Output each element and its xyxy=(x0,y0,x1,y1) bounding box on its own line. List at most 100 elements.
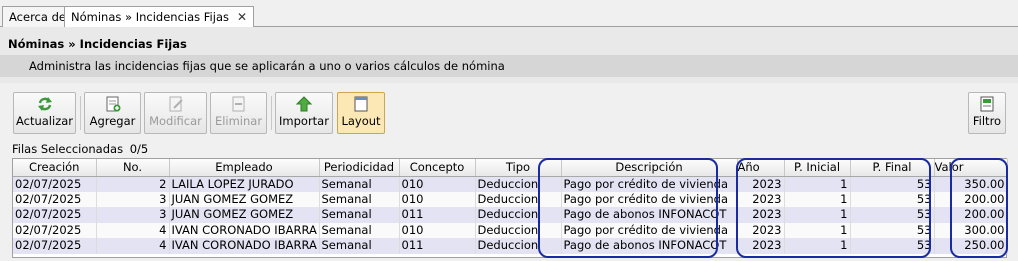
filtro-button[interactable]: Filtro xyxy=(968,92,1006,134)
cell-p-final: 53 xyxy=(850,222,935,238)
cell-descripcion: Pago por crédito de vivienda xyxy=(561,191,738,207)
cell-periodicidad: Semanal xyxy=(319,176,400,192)
page-title: Nóminas » Incidencias Fijas xyxy=(8,37,187,51)
cell-concepto: 010 xyxy=(399,191,476,207)
selection-info: Filas Seleccionadas 0/5 xyxy=(12,142,148,156)
agregar-button[interactable]: Agregar xyxy=(84,92,141,134)
column-header[interactable]: Concepto xyxy=(399,159,476,177)
column-header[interactable]: Creación xyxy=(13,159,97,177)
cell-concepto: 011 xyxy=(399,238,476,254)
cell-creacion: 02/07/2025 xyxy=(13,191,97,207)
cell-tipo: Deduccion xyxy=(475,222,562,238)
selected-label: Filas Seleccionadas xyxy=(12,142,124,156)
tab-bar: Acerca de Nóminas » Incidencias Fijas ✕ xyxy=(0,0,1018,28)
cell-p-inicial: 1 xyxy=(784,238,851,254)
cell-creacion: 02/07/2025 xyxy=(13,222,97,238)
cell-descripcion: Pago de abonos INFONACOT xyxy=(561,207,738,223)
cell-p-inicial: 1 xyxy=(784,207,851,223)
cell-p-inicial: 1 xyxy=(784,176,851,192)
table-row[interactable]: 02/07/2025 4 IVAN CORONADO IBARRA Semana… xyxy=(13,238,1008,254)
cell-anio: 2023 xyxy=(737,176,785,192)
column-header[interactable]: Tipo xyxy=(475,159,562,177)
cell-valor: 350.00 xyxy=(934,176,1008,192)
layout-button[interactable]: Layout xyxy=(337,92,385,134)
cell-descripcion: Pago de abonos INFONACOT xyxy=(561,238,738,254)
column-header[interactable]: Descripción xyxy=(561,159,738,177)
add-document-icon xyxy=(106,96,120,112)
cell-concepto: 011 xyxy=(399,207,476,223)
tab-label: Acerca de xyxy=(9,10,66,24)
column-header[interactable]: No. xyxy=(96,159,170,177)
importar-label: Importar xyxy=(279,114,329,128)
cell-periodicidad: Semanal xyxy=(319,238,400,254)
cell-empleado: IVAN CORONADO IBARRA xyxy=(169,238,320,254)
cell-no: 3 xyxy=(96,207,170,223)
eliminar-button[interactable]: Eliminar xyxy=(210,92,267,134)
table-row[interactable]: 02/07/2025 2 LAILA LOPEZ JURADO Semanal … xyxy=(13,176,1008,192)
cell-tipo: Deduccion xyxy=(475,207,562,223)
table-row[interactable]: 02/07/2025 4 IVAN CORONADO IBARRA Semana… xyxy=(13,222,1008,238)
header-row: Creación No. Empleado Periodicidad Conce… xyxy=(13,159,1008,177)
cell-p-final: 53 xyxy=(850,238,935,254)
layout-icon xyxy=(354,96,368,112)
actualizar-label: Actualizar xyxy=(15,114,74,128)
toolbar-divider xyxy=(271,96,272,130)
cell-p-final: 53 xyxy=(850,176,935,192)
selected-count: 0/5 xyxy=(129,142,149,156)
column-header[interactable]: Año xyxy=(737,159,785,177)
column-header[interactable]: Valor xyxy=(934,159,1008,177)
arrow-up-icon xyxy=(295,96,313,112)
table-row[interactable]: 02/07/2025 3 JUAN GOMEZ GOMEZ Semanal 01… xyxy=(13,191,1008,207)
cell-periodicidad: Semanal xyxy=(319,191,400,207)
cell-p-final: 53 xyxy=(850,207,935,223)
cell-no: 3 xyxy=(96,191,170,207)
cell-tipo: Deduccion xyxy=(475,238,562,254)
data-table: Creación No. Empleado Periodicidad Conce… xyxy=(13,159,1008,254)
table-row[interactable]: 02/07/2025 3 JUAN GOMEZ GOMEZ Semanal 01… xyxy=(13,207,1008,223)
cell-valor: 300.00 xyxy=(934,222,1008,238)
cell-empleado: LAILA LOPEZ JURADO xyxy=(169,176,320,192)
agregar-label: Agregar xyxy=(89,114,136,128)
column-header[interactable]: Periodicidad xyxy=(319,159,400,177)
cell-valor: 200.00 xyxy=(934,207,1008,223)
close-icon[interactable]: ✕ xyxy=(237,10,247,24)
cell-valor: 200.00 xyxy=(934,191,1008,207)
importar-button[interactable]: Importar xyxy=(275,92,333,134)
cell-empleado: IVAN CORONADO IBARRA xyxy=(169,222,320,238)
cell-anio: 2023 xyxy=(737,222,785,238)
cell-descripcion: Pago por crédito de vivienda xyxy=(561,222,738,238)
cell-creacion: 02/07/2025 xyxy=(13,238,97,254)
cell-descripcion: Pago por crédito de vivienda xyxy=(561,176,738,192)
filtro-label: Filtro xyxy=(972,114,1002,128)
cell-p-inicial: 1 xyxy=(784,191,851,207)
cell-p-inicial: 1 xyxy=(784,222,851,238)
cell-valor: 250.00 xyxy=(934,238,1008,254)
page-description: Administra las incidencias fijas que se … xyxy=(0,55,1018,77)
cell-no: 4 xyxy=(96,238,170,254)
cell-periodicidad: Semanal xyxy=(319,207,400,223)
tab-acerca-de[interactable]: Acerca de xyxy=(2,6,73,27)
modificar-button[interactable]: Modificar xyxy=(144,92,207,134)
column-header[interactable]: P. Inicial xyxy=(784,159,851,177)
cell-tipo: Deduccion xyxy=(475,176,562,192)
eliminar-label: Eliminar xyxy=(214,114,263,128)
modificar-label: Modificar xyxy=(149,114,202,128)
filter-icon xyxy=(980,96,994,112)
toolbar-divider xyxy=(80,96,81,130)
column-header[interactable]: Empleado xyxy=(169,159,320,177)
tab-label: Nóminas » Incidencias Fijas xyxy=(71,10,229,24)
cell-empleado: JUAN GOMEZ GOMEZ xyxy=(169,207,320,223)
cell-anio: 2023 xyxy=(737,207,785,223)
delete-document-icon xyxy=(232,96,244,112)
cell-no: 2 xyxy=(96,176,170,192)
cell-empleado: JUAN GOMEZ GOMEZ xyxy=(169,191,320,207)
refresh-icon xyxy=(37,97,52,111)
cell-no: 4 xyxy=(96,222,170,238)
cell-concepto: 010 xyxy=(399,222,476,238)
tab-incidencias-fijas[interactable]: Nóminas » Incidencias Fijas ✕ xyxy=(64,6,255,28)
column-header[interactable]: P. Final xyxy=(850,159,935,177)
actualizar-button[interactable]: Actualizar xyxy=(13,92,76,134)
toolbar: Actualizar Agregar Modificar Eliminar Im… xyxy=(0,83,1018,139)
incidencias-grid[interactable]: Creación No. Empleado Periodicidad Conce… xyxy=(12,158,1008,258)
cell-anio: 2023 xyxy=(737,191,785,207)
